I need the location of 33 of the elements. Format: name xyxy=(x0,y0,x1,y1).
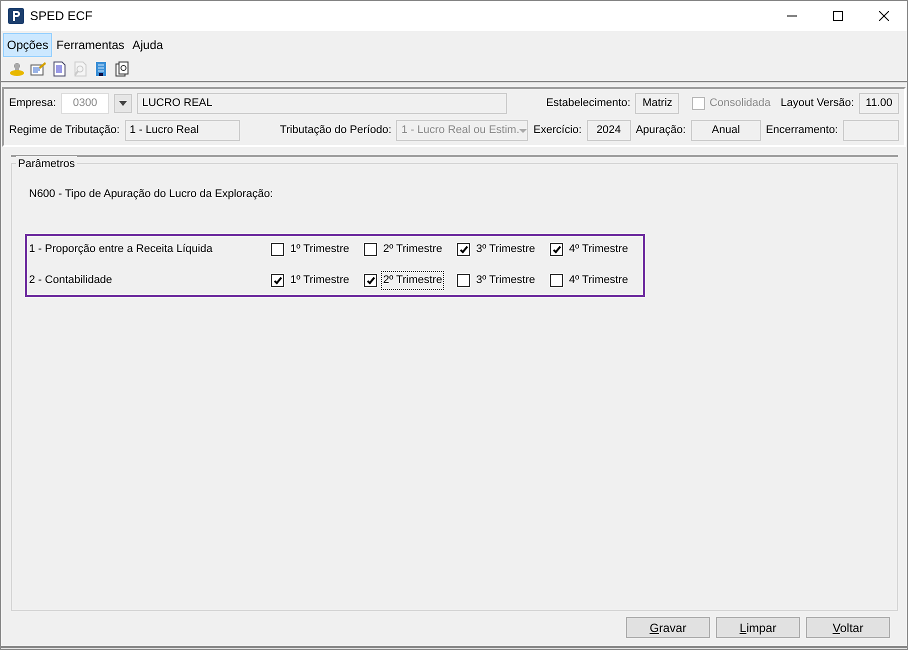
action-button[interactable]: Voltar xyxy=(806,617,890,638)
establishment-field: Matriz xyxy=(635,93,680,114)
layout-version-field: 11.00 xyxy=(859,93,899,114)
fiscal-year-field: 2024 xyxy=(586,120,631,141)
checkbox-label[interactable]: 3º Trimestre xyxy=(474,240,538,259)
field-label: Tributação do Período: xyxy=(280,123,392,138)
checkbox-label[interactable]: 1º Trimestre xyxy=(288,271,352,290)
menu-item[interactable]: Ajuda xyxy=(128,33,168,57)
company-name-field: LUCRO REAL xyxy=(137,93,508,114)
assessment-field: Anual xyxy=(690,120,761,141)
field-label: Regime de Tributação: xyxy=(9,123,120,138)
field-label: Exercício: xyxy=(533,123,582,138)
action-button[interactable]: Limpar xyxy=(716,617,800,638)
field-label: Empresa: xyxy=(9,96,56,112)
company-code-field: 0300 xyxy=(61,93,110,114)
field-label: Apuração: xyxy=(636,123,686,138)
menu-item[interactable]: Ferramentas xyxy=(52,33,128,57)
tax-regime-field: 1 - Lucro Real xyxy=(124,120,240,141)
menu-item[interactable]: Opções xyxy=(3,33,52,57)
section-heading: N600 - Tipo de Apuração do Lucro da Exploração: xyxy=(29,187,273,202)
checkbox-label[interactable]: 1º Trimestre xyxy=(288,240,352,259)
window-title: SPED ECF xyxy=(30,8,93,25)
checkbox-label[interactable]: 4º Trimestre xyxy=(567,271,630,290)
field-label: Layout Versão: xyxy=(780,96,854,112)
checkbox-label[interactable]: 3º Trimestre xyxy=(474,271,538,290)
field-label: Encerramento: xyxy=(766,123,838,138)
checkbox-label[interactable]: 2º Trimestre xyxy=(381,271,444,290)
checkbox-label[interactable]: 2º Trimestre xyxy=(381,240,444,259)
row-label: 1 - Proporção entre a Receita Líquida xyxy=(29,242,214,258)
action-button[interactable]: Gravar xyxy=(626,617,710,638)
checkbox-label[interactable]: 4º Trimestre xyxy=(567,240,630,259)
field-label: Estabelecimento: xyxy=(546,96,630,112)
row-label: 2 - Contabilidade xyxy=(29,273,114,288)
